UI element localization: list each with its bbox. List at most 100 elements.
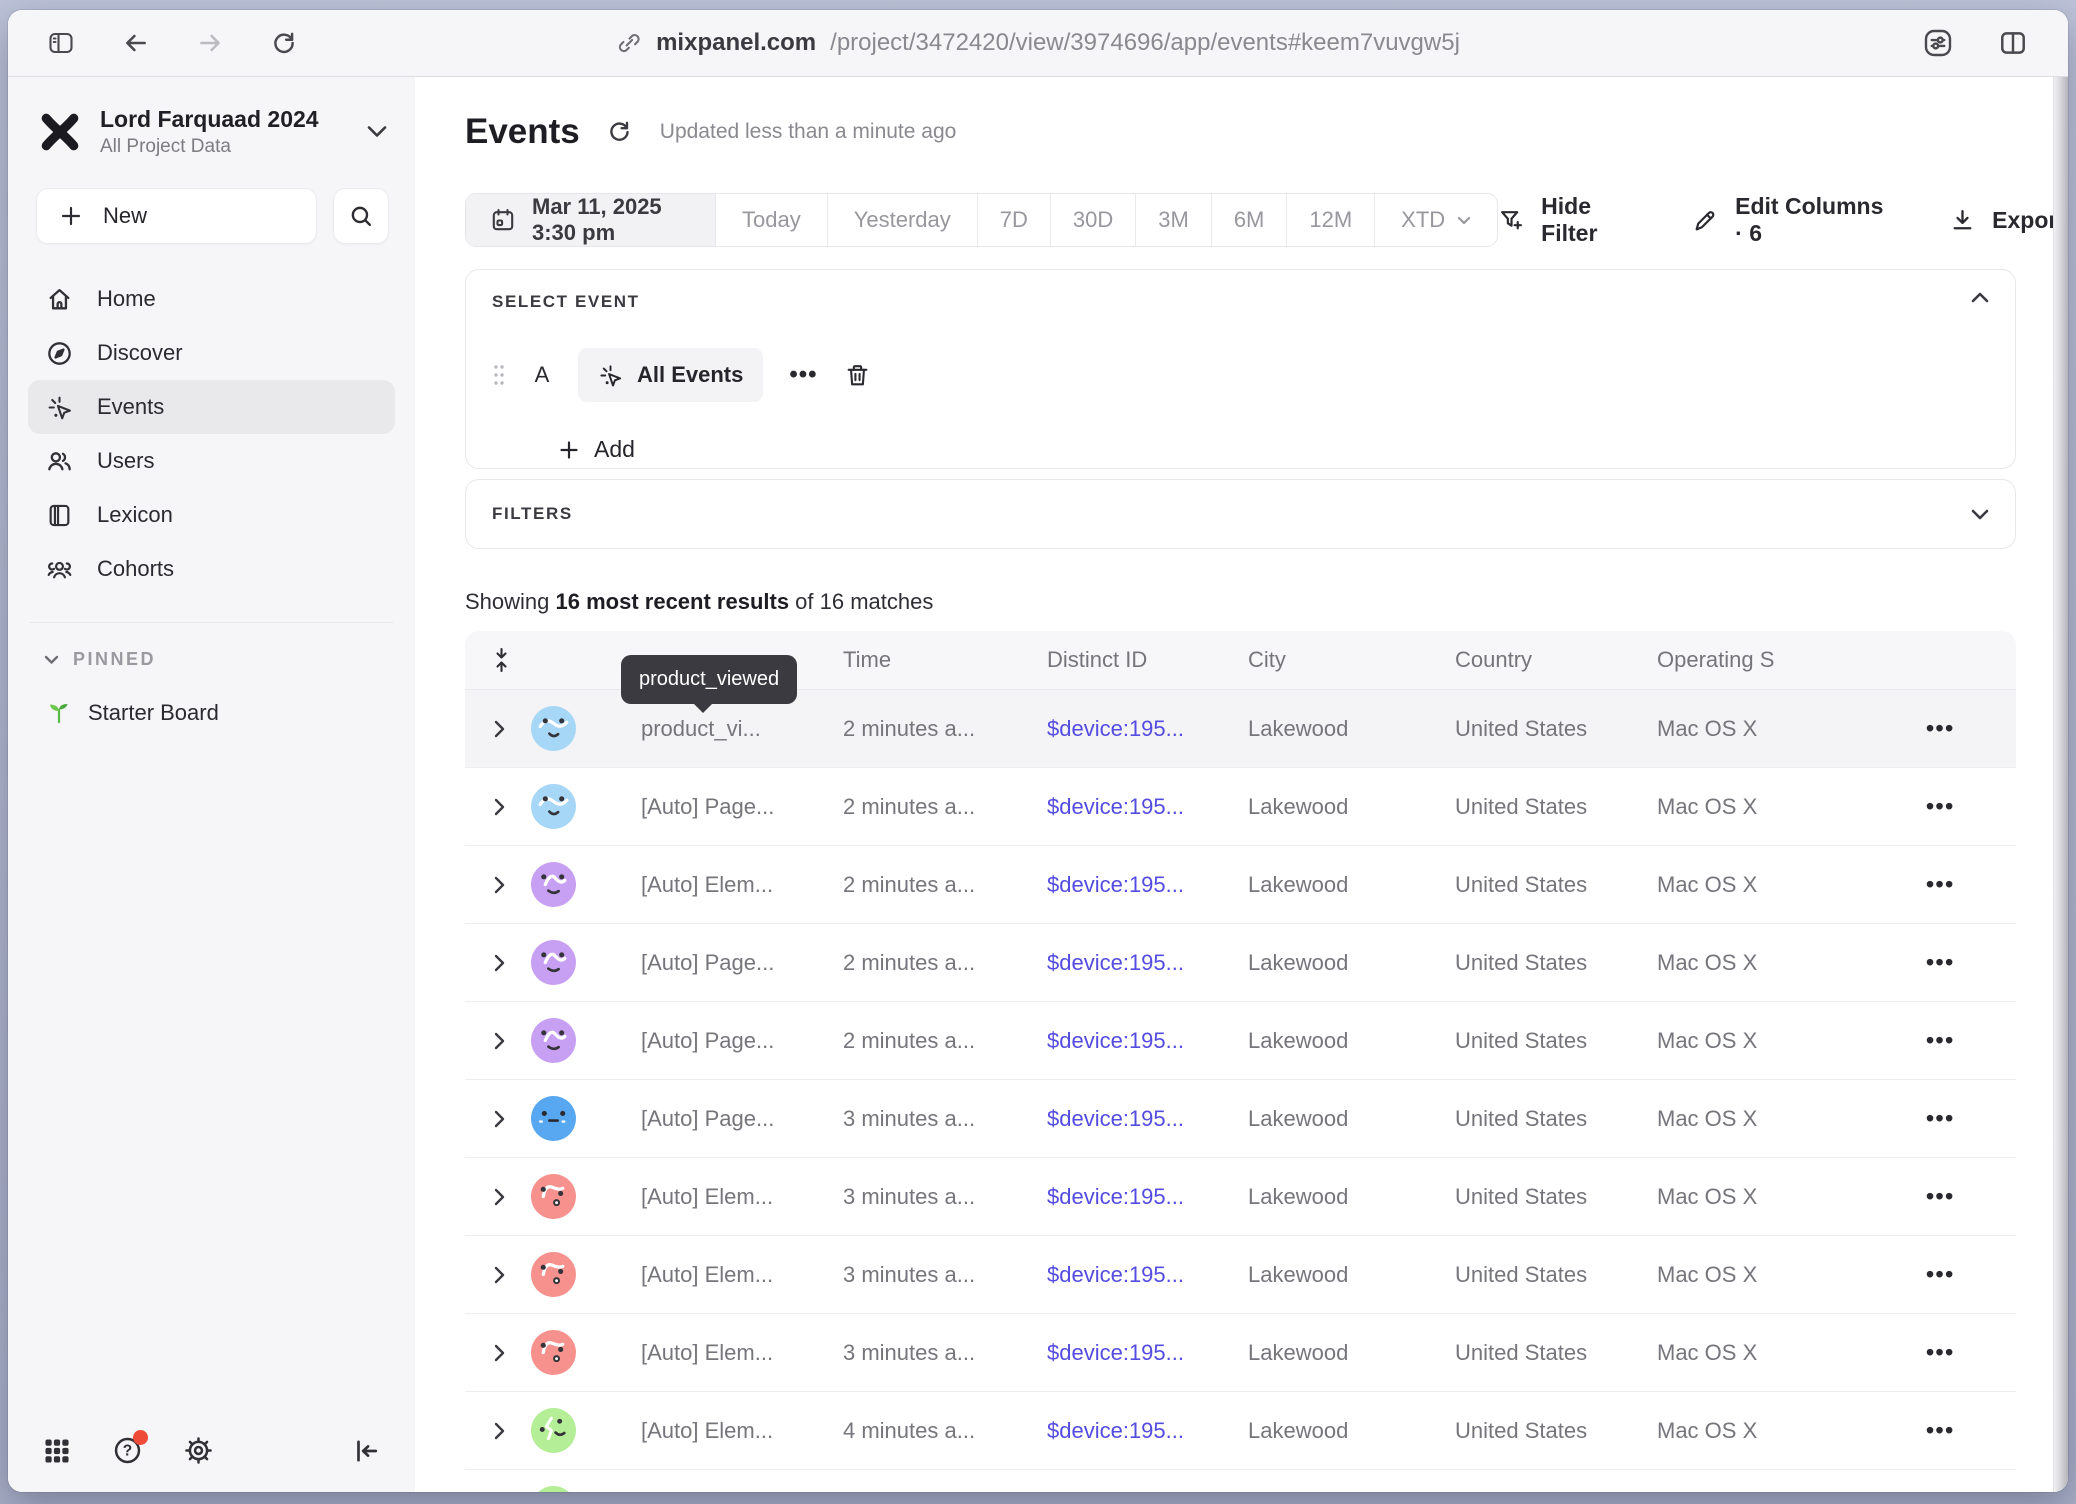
trash-icon[interactable] (844, 362, 871, 389)
row-menu-button[interactable]: ••• (1926, 793, 2016, 820)
add-event-button[interactable]: Add (558, 436, 1989, 463)
row-menu-button[interactable]: ••• (1926, 1105, 2016, 1132)
apps-grid-icon[interactable] (42, 1436, 72, 1466)
table-row[interactable]: [Auto] Page... 2 minutes a... $device:19… (465, 768, 2016, 846)
sidebar-item-lexicon[interactable]: Lexicon (28, 488, 395, 542)
event-more-button[interactable]: ••• (789, 361, 817, 389)
chevron-up-icon[interactable] (1971, 292, 1989, 303)
table-row[interactable]: [Auto] Page... 2 minutes a... $device:19… (465, 1002, 2016, 1080)
date-picker-button[interactable]: Mar 11, 2025 3:30 pm (466, 194, 716, 246)
pinned-section-header[interactable]: PINNED (8, 623, 415, 670)
range-today[interactable]: Today (716, 194, 828, 246)
expand-row-icon[interactable] (465, 953, 506, 973)
expand-row-icon[interactable] (465, 719, 506, 739)
range-7d[interactable]: 7D (978, 194, 1051, 246)
table-row[interactable]: [Auto] Page... 2 minutes a... $device:19… (465, 924, 2016, 1002)
collapse-sidebar-icon[interactable] (351, 1436, 381, 1466)
chevron-down-icon[interactable] (1971, 509, 1989, 520)
row-menu-button[interactable]: ••• (1926, 1027, 2016, 1054)
sidebar-item-discover[interactable]: Discover (28, 326, 395, 380)
range-12m[interactable]: 12M (1287, 194, 1375, 246)
expand-row-icon[interactable] (465, 797, 506, 817)
table-row[interactable]: [Auto] Elem... 3 minutes a... $device:19… (465, 1314, 2016, 1392)
event-name[interactable]: [Auto] Elem... (641, 1418, 843, 1444)
refresh-icon[interactable] (606, 118, 634, 146)
column-country[interactable]: Country (1455, 647, 1657, 673)
row-menu-button[interactable]: ••• (1926, 1417, 2016, 1444)
drag-handle-icon[interactable] (492, 363, 506, 387)
reload-button[interactable] (270, 29, 298, 57)
sidebar-item-home[interactable]: Home (28, 272, 395, 326)
sort-collapse-icon[interactable] (465, 647, 510, 673)
page-settings-icon[interactable] (1922, 27, 1954, 59)
expand-row-icon[interactable] (465, 1421, 506, 1441)
address-bar[interactable]: mixpanel.com/project/3472420/view/397469… (616, 10, 1460, 76)
range-30d[interactable]: 30D (1051, 194, 1136, 246)
expand-row-icon[interactable] (465, 1109, 506, 1129)
event-name[interactable]: [Auto] Elem... (641, 872, 843, 898)
range-yesterday[interactable]: Yesterday (828, 194, 978, 246)
row-menu-button[interactable]: ••• (1926, 1339, 2016, 1366)
event-name[interactable]: [Auto] Page... (641, 1106, 843, 1132)
scrollbar[interactable] (2053, 77, 2068, 1492)
event-name[interactable]: [Auto] Elem... (641, 1340, 843, 1366)
back-button[interactable] (122, 29, 150, 57)
edit-columns-button[interactable]: Edit Columns · 6 (1692, 193, 1897, 247)
expand-row-icon[interactable] (465, 875, 506, 895)
hide-filter-button[interactable]: Hide Filter (1498, 193, 1640, 247)
distinct-id-link[interactable]: $device:195... (1047, 872, 1248, 898)
forward-button[interactable] (196, 29, 224, 57)
expand-row-icon[interactable] (465, 1343, 506, 1363)
row-menu-button[interactable]: ••• (1926, 715, 2016, 742)
expand-row-icon[interactable] (465, 1265, 506, 1285)
distinct-id-link[interactable]: $device:195... (1047, 950, 1248, 976)
event-name[interactable]: [Auto] Elem... (641, 1184, 843, 1210)
sidebar-item-cohorts[interactable]: Cohorts (28, 542, 395, 596)
table-row[interactable]: [Auto] Elem... 2 minutes a... $device:19… (465, 846, 2016, 924)
row-menu-button[interactable]: ••• (1926, 949, 2016, 976)
distinct-id-link[interactable]: $device:195... (1047, 1106, 1248, 1132)
distinct-id-link[interactable]: $device:195... (1047, 1418, 1248, 1444)
new-button[interactable]: New (36, 188, 317, 244)
distinct-id-link[interactable]: $device:195... (1047, 1184, 1248, 1210)
event-selector-chip[interactable]: All Events (578, 348, 763, 402)
search-button[interactable] (333, 188, 389, 244)
sidebar-item-events[interactable]: Events (28, 380, 395, 434)
distinct-id-link[interactable]: $device:195... (1047, 1028, 1248, 1054)
table-row[interactable]: [Auto] Page... 3 minutes a... $device:19… (465, 1080, 2016, 1158)
row-menu-button[interactable]: ••• (1926, 1261, 2016, 1288)
event-name[interactable]: [Auto] Elem... (641, 1262, 843, 1288)
range-xtd-dropdown[interactable]: XTD (1375, 194, 1497, 246)
range-3m[interactable]: 3M (1136, 194, 1212, 246)
column-distinct-id[interactable]: Distinct ID (1047, 647, 1248, 673)
event-name[interactable]: [Auto] Page... (641, 1028, 843, 1054)
event-name[interactable]: [Auto] Page... (641, 950, 843, 976)
export-button[interactable]: Export (1949, 207, 2065, 234)
expand-row-icon[interactable] (465, 1187, 506, 1207)
range-6m[interactable]: 6M (1212, 194, 1288, 246)
expand-row-icon[interactable] (465, 1031, 506, 1051)
table-row[interactable]: [Auto] Elem... 3 minutes a... $device:19… (465, 1236, 2016, 1314)
table-row[interactable]: [Auto] Elem... 4 minutes a... $device:19… (465, 1392, 2016, 1470)
browser-sidebar-toggle-icon[interactable] (46, 29, 76, 57)
sidebar-item-starter-board[interactable]: Starter Board (8, 670, 415, 726)
row-menu-button[interactable]: ••• (1926, 1183, 2016, 1210)
help-button[interactable]: ? (112, 1435, 143, 1466)
settings-gear-icon[interactable] (183, 1435, 214, 1466)
column-city[interactable]: City (1248, 647, 1455, 673)
table-row[interactable]: [Auto] Elem... 4 minutes a... $device:19… (465, 1470, 2016, 1492)
distinct-id-link[interactable]: $device:195... (1047, 716, 1248, 742)
row-menu-button[interactable]: ••• (1926, 871, 2016, 898)
distinct-id-link[interactable]: $device:195... (1047, 1262, 1248, 1288)
column-time[interactable]: Time (843, 647, 1047, 673)
split-view-icon[interactable] (1998, 28, 2028, 58)
table-row[interactable]: [Auto] Elem... 3 minutes a... $device:19… (465, 1158, 2016, 1236)
distinct-id-link[interactable]: $device:195... (1047, 1340, 1248, 1366)
column-os[interactable]: Operating S (1657, 647, 1926, 673)
filters-panel[interactable]: FILTERS (465, 479, 2016, 549)
sidebar-item-users[interactable]: Users (28, 434, 395, 488)
event-name[interactable]: product_vi... (641, 716, 843, 742)
distinct-id-link[interactable]: $device:195... (1047, 794, 1248, 820)
workspace-switcher[interactable]: Lord Farquaad 2024 All Project Data (8, 77, 415, 158)
event-name[interactable]: [Auto] Page... (641, 794, 843, 820)
